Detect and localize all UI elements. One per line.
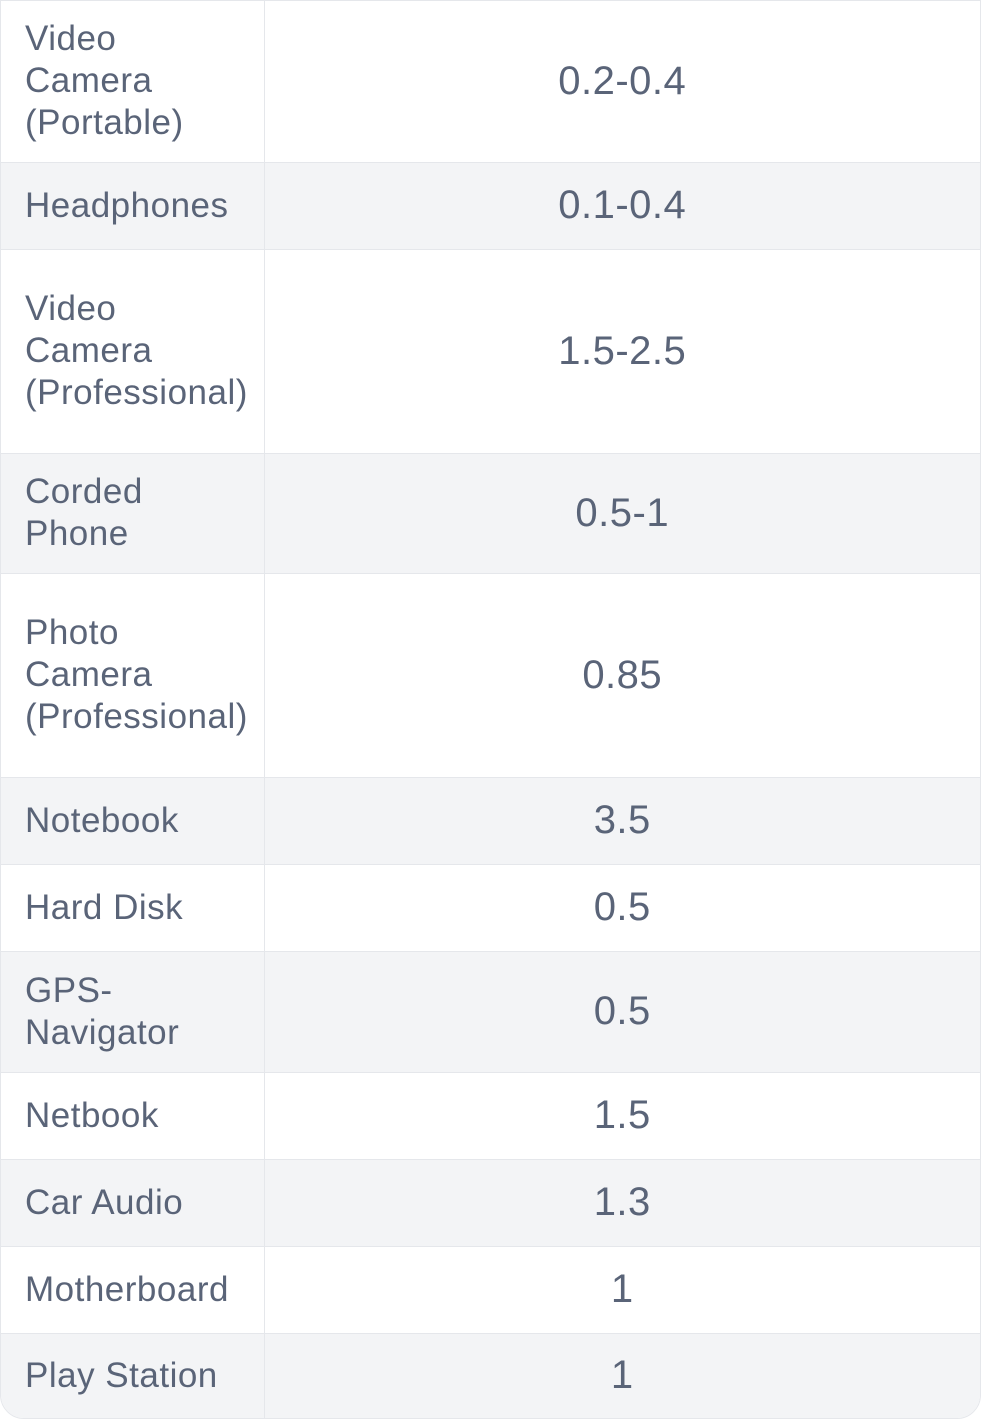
table-row: Play Station 1 <box>1 1332 980 1418</box>
table-row: Video Camera (Professional) 1.5-2.5 <box>1 248 980 453</box>
item-value-cell: 1 <box>264 1332 980 1418</box>
item-value-cell: 3.5 <box>264 776 980 864</box>
item-name-cell: Motherboard <box>1 1245 265 1333</box>
item-name-cell: Car Audio <box>1 1158 265 1246</box>
table-row: Photo Camera (Professional) 0.85 <box>1 572 980 777</box>
table-row: Motherboard 1 <box>1 1245 980 1333</box>
item-name-cell: GPS-Navigator <box>1 950 265 1072</box>
item-value-cell: 1.5 <box>264 1071 980 1159</box>
table-row: Video Camera (Portable) 0.2-0.4 <box>1 1 980 162</box>
item-name-cell: Netbook <box>1 1071 265 1159</box>
item-name-cell: Hard Disk <box>1 863 265 951</box>
item-name-cell: Notebook <box>1 776 265 864</box>
table: Video Camera (Portable) 0.2-0.4 Headphon… <box>1 1 980 1418</box>
item-name-cell: Play Station <box>1 1332 265 1418</box>
item-value-cell: 0.5 <box>264 863 980 951</box>
item-value-cell: 1 <box>264 1245 980 1333</box>
item-value-cell: 0.2-0.4 <box>558 58 687 103</box>
data-table: Video Camera (Portable) 0.2-0.4 Headphon… <box>0 0 981 1419</box>
table-row: Car Audio 1.3 <box>1 1158 980 1246</box>
item-name-cell: Corded Phone <box>1 452 265 573</box>
table-row: Headphones 0.1-0.4 <box>1 161 980 249</box>
item-name-cell: Video Camera (Portable) <box>1 1 265 162</box>
item-value-cell: 0.5-1 <box>264 452 980 573</box>
item-name-cell: Headphones <box>1 161 265 249</box>
item-value-cell: 0.5 <box>264 950 980 1072</box>
table-row: Corded Phone 0.5-1 <box>1 452 980 573</box>
table-row: Notebook 3.5 <box>1 776 980 864</box>
table-row: Netbook 1.5 <box>1 1071 980 1159</box>
item-name-cell: Photo Camera (Professional) <box>1 572 265 777</box>
table-row: GPS-Navigator 0.5 <box>1 950 980 1072</box>
table-row: Hard Disk 0.5 <box>1 863 980 951</box>
item-value-cell: 1.5-2.5 <box>264 248 980 453</box>
item-value-cell: 0.1-0.4 <box>264 161 980 249</box>
item-value-cell: 1.3 <box>264 1158 980 1246</box>
item-value-cell: 0.85 <box>264 572 980 777</box>
item-name-cell: Video Camera (Professional) <box>1 248 265 453</box>
